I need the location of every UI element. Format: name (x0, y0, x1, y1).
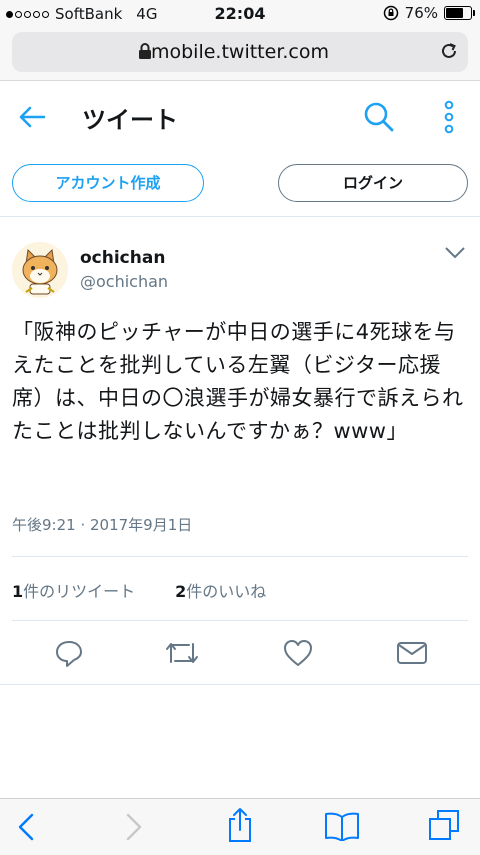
share-icon[interactable] (226, 807, 254, 843)
tweet-actions (0, 632, 480, 676)
retweet-count: 1 (12, 582, 24, 601)
reply-icon[interactable] (54, 638, 84, 668)
signup-button[interactable]: アカウント作成 (12, 164, 204, 202)
safari-back-icon[interactable] (16, 813, 36, 841)
tweet-text: 「阪神のピッチャーが中日の選手に4死球を与えたことを批判している左翼（ビジター応… (12, 320, 464, 443)
divider (12, 556, 468, 557)
battery-fill (446, 8, 463, 18)
divider (0, 684, 480, 685)
page-title: ツイート (82, 106, 178, 134)
like-icon[interactable] (282, 638, 314, 668)
address-bar[interactable]: mobile.twitter.com (12, 32, 468, 72)
cat-avatar-image (12, 242, 68, 298)
auth-buttons: アカウント作成 ログイン (0, 154, 480, 217)
status-right: 76% (383, 4, 475, 22)
retweet-label: 件のリツイート (23, 582, 136, 601)
status-bar: SoftBank 4G 22:04 76% (0, 0, 480, 28)
display-name[interactable]: ochichan (80, 248, 165, 268)
orientation-lock-icon (383, 5, 398, 21)
tweet-stats: 1件のリツイート 2件のいいね (12, 578, 266, 602)
battery-icon (444, 6, 475, 20)
dm-icon[interactable] (396, 638, 428, 668)
url-text: mobile.twitter.com (150, 41, 330, 63)
user-handle[interactable]: @ochichan (80, 272, 168, 291)
tabs-icon[interactable] (428, 809, 460, 841)
bookmarks-icon[interactable] (324, 811, 360, 841)
safari-forward-icon[interactable] (124, 813, 144, 841)
page-header: ツイート (0, 80, 480, 154)
login-button[interactable]: ログイン (278, 164, 468, 202)
divider (12, 620, 468, 621)
tweet-timestamp[interactable]: 午後9:21 · 2017年9月1日 (12, 514, 192, 535)
battery-percent: 76% (404, 4, 438, 22)
search-icon[interactable] (362, 100, 396, 134)
chevron-down-icon[interactable] (444, 246, 466, 260)
retweet-stat[interactable]: 1件のリツイート (12, 578, 135, 602)
like-stat[interactable]: 2件のいいね (175, 578, 266, 602)
browser-chrome: mobile.twitter.com (0, 28, 480, 81)
retweet-icon[interactable] (164, 638, 200, 668)
back-arrow-icon[interactable] (18, 105, 46, 129)
more-vertical-icon[interactable] (442, 100, 456, 134)
browser-toolbar (0, 798, 480, 855)
reload-icon[interactable] (438, 40, 460, 62)
like-count: 2 (175, 582, 187, 601)
avatar[interactable] (12, 242, 68, 298)
like-label: 件のいいね (186, 582, 267, 601)
